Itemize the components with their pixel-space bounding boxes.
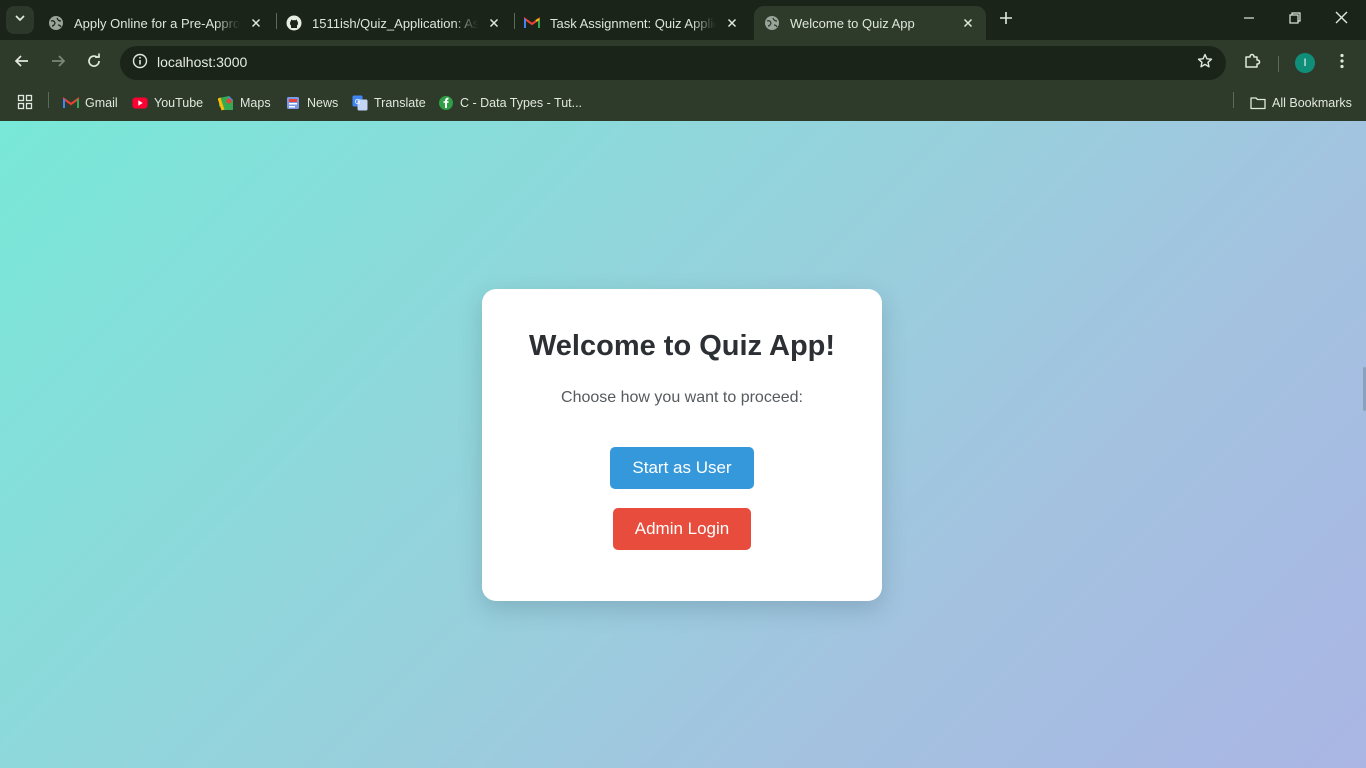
tab-welcome-quiz-app[interactable]: Welcome to Quiz App: [754, 6, 986, 40]
minimize-icon: [1243, 11, 1255, 29]
arrow-left-icon: [14, 53, 30, 74]
welcome-card: Welcome to Quiz App! Choose how you want…: [482, 289, 882, 601]
puzzle-icon: [1243, 52, 1261, 75]
apps-button[interactable]: [17, 91, 33, 115]
address-bar[interactable]: localhost:3000: [120, 46, 1226, 80]
bookmark-star-button[interactable]: [1196, 53, 1214, 74]
bookmarks-divider: [48, 92, 49, 108]
tab-apply-online[interactable]: Apply Online for a Pre-Approved: [38, 6, 274, 40]
browser-menu-button[interactable]: [1328, 49, 1356, 77]
close-window-button[interactable]: [1318, 0, 1364, 40]
browser-toolbar: localhost:3000 I: [0, 40, 1366, 86]
bookmark-label: YouTube: [154, 96, 204, 110]
bookmark-maps[interactable]: Maps: [218, 91, 271, 115]
star-icon: [1197, 53, 1213, 74]
chevron-down-icon: [14, 11, 26, 29]
bookmark-translate[interactable]: G Translate: [352, 91, 426, 115]
close-tab-icon[interactable]: [724, 15, 740, 31]
tab-title: Apply Online for a Pre-Approved: [74, 15, 240, 31]
bookmark-youtube[interactable]: YouTube: [132, 91, 203, 115]
bookmarks-bar: Gmail YouTube Maps News G Translate C - …: [0, 86, 1366, 121]
news-icon: [285, 95, 301, 111]
bookmark-c-data-types[interactable]: C - Data Types - Tut...: [438, 91, 582, 115]
tab-title: Task Assignment: Quiz Application: [550, 15, 716, 31]
avatar: I: [1295, 53, 1315, 73]
gmail-icon: [524, 15, 540, 31]
close-icon: [1335, 11, 1348, 29]
globe-icon: [764, 15, 780, 31]
back-button[interactable]: [8, 49, 36, 77]
translate-icon: G: [352, 95, 368, 111]
profile-button[interactable]: I: [1291, 49, 1319, 77]
tab-title: Welcome to Quiz App: [790, 15, 915, 31]
all-bookmarks-button[interactable]: All Bookmarks: [1250, 91, 1352, 115]
forward-button[interactable]: [44, 49, 72, 77]
bookmark-gmail[interactable]: Gmail: [63, 91, 118, 115]
tab-title: 1511ish/Quiz_Application: Assignment: [312, 15, 478, 31]
extensions-button[interactable]: [1238, 49, 1266, 77]
url-text[interactable]: localhost:3000: [157, 54, 247, 70]
globe-icon: [48, 15, 64, 31]
tutorial-icon: [438, 95, 454, 111]
close-tab-icon[interactable]: [960, 15, 976, 31]
bookmark-label: Gmail: [85, 96, 118, 110]
close-tab-icon[interactable]: [486, 15, 502, 31]
bookmarks-divider: [1233, 92, 1234, 108]
restore-button[interactable]: [1272, 0, 1318, 40]
maps-icon: [218, 95, 234, 111]
minimize-button[interactable]: [1226, 0, 1272, 40]
tab-strip: Apply Online for a Pre-Approved 1511ish/…: [0, 0, 1366, 40]
svg-text:G: G: [355, 98, 360, 106]
reload-button[interactable]: [80, 49, 108, 77]
tab-gmail[interactable]: Task Assignment: Quiz Application: [514, 6, 750, 40]
site-info-button[interactable]: [128, 51, 152, 75]
new-tab-button[interactable]: [994, 8, 1018, 32]
page-title: Welcome to Quiz App!: [528, 330, 836, 362]
apps-grid-icon: [17, 94, 33, 113]
restore-icon: [1289, 11, 1301, 29]
tab-github[interactable]: 1511ish/Quiz_Application: Assignment: [276, 6, 512, 40]
plus-icon: [999, 11, 1013, 30]
start-as-user-button[interactable]: Start as User: [610, 447, 754, 489]
reload-icon: [86, 53, 102, 74]
bookmark-label: Maps: [240, 96, 271, 110]
gmail-icon: [63, 95, 79, 111]
info-icon: [132, 53, 148, 74]
admin-login-button[interactable]: Admin Login: [613, 508, 751, 550]
bookmark-label: All Bookmarks: [1272, 96, 1352, 110]
close-tab-icon[interactable]: [248, 15, 264, 31]
page-subtitle: Choose how you want to proceed:: [561, 389, 803, 406]
kebab-menu-icon: [1340, 53, 1344, 74]
page-viewport: Welcome to Quiz App! Choose how you want…: [0, 121, 1366, 768]
folder-icon: [1250, 95, 1266, 111]
tab-search-button[interactable]: [6, 6, 34, 34]
bookmark-label: C - Data Types - Tut...: [460, 96, 583, 110]
bookmark-label: News: [307, 96, 339, 110]
toolbar-divider: [1278, 56, 1279, 72]
youtube-icon: [132, 95, 148, 111]
arrow-right-icon: [50, 53, 66, 74]
github-icon: [286, 15, 302, 31]
bookmark-news[interactable]: News: [285, 91, 338, 115]
bookmark-label: Translate: [374, 96, 426, 110]
